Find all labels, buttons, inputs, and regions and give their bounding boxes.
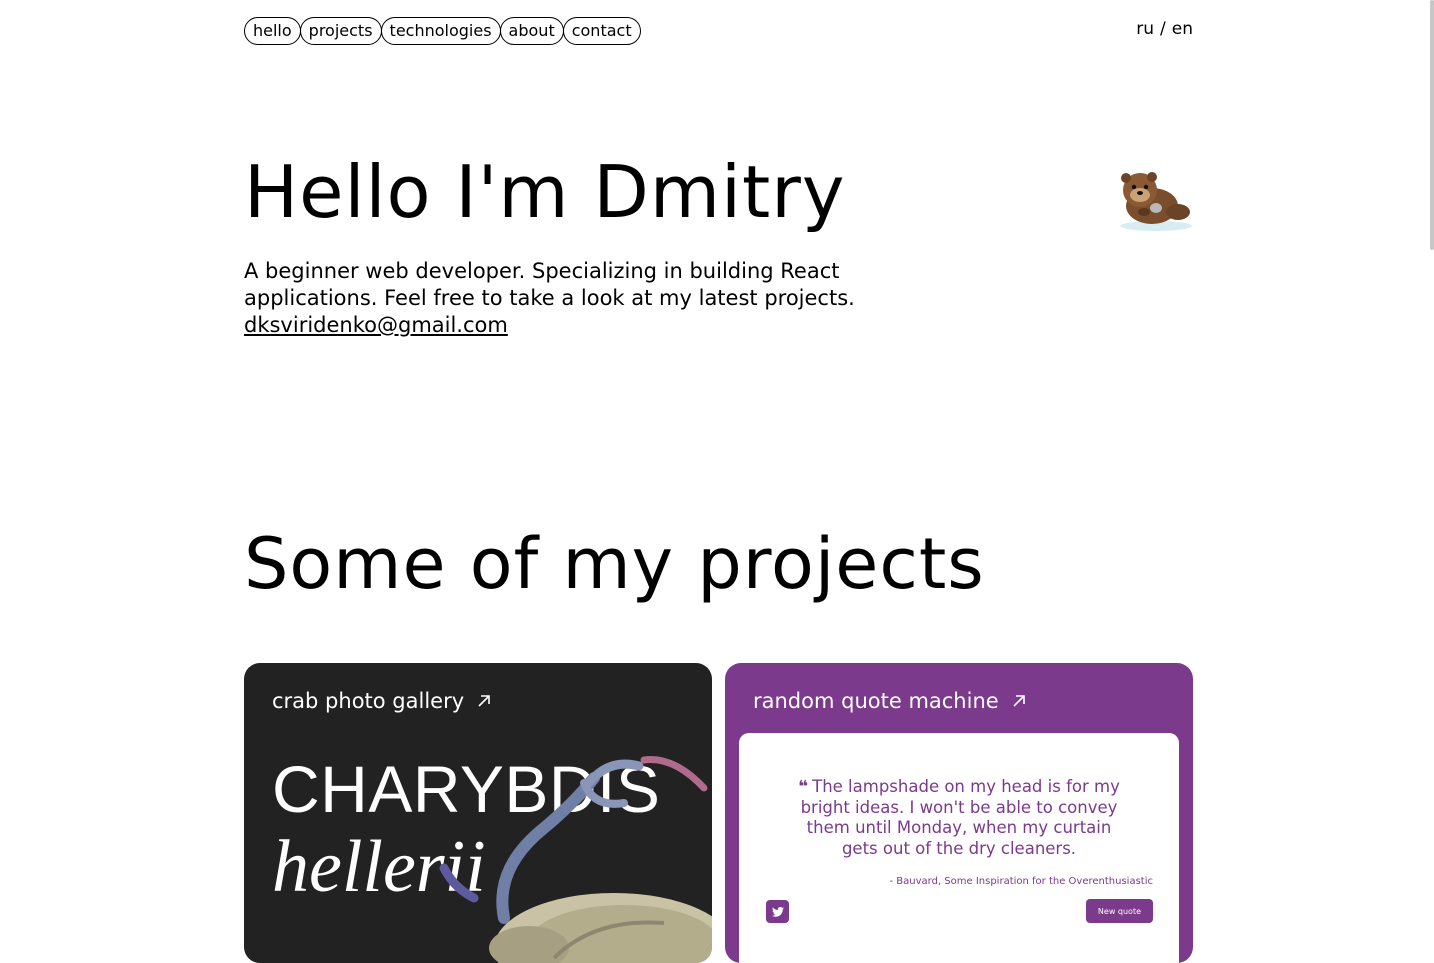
language-switcher: ru / en bbox=[1136, 19, 1193, 39]
nav-technologies[interactable]: technologies bbox=[380, 17, 501, 45]
twitter-icon bbox=[771, 906, 784, 917]
projects-section-title: Some of my projects bbox=[244, 523, 985, 605]
lang-en[interactable]: en bbox=[1172, 19, 1193, 39]
hero-title: Hello I'm Dmitry bbox=[244, 150, 846, 234]
nav-about[interactable]: about bbox=[499, 17, 564, 45]
hero-description: A beginner web developer. Specializing i… bbox=[244, 259, 855, 310]
project-card-crab-gallery[interactable]: crab photo gallery CHARYBDIS hellerii bbox=[244, 663, 712, 963]
nav-hello[interactable]: hello bbox=[244, 17, 301, 45]
card-title[interactable]: random quote machine bbox=[753, 689, 1027, 713]
card-title-text: crab photo gallery bbox=[272, 689, 465, 713]
tweet-button[interactable] bbox=[766, 900, 789, 923]
scrollbar-thumb[interactable] bbox=[1430, 0, 1434, 250]
quote-body: The lampshade on my head is for my brigh… bbox=[800, 777, 1120, 858]
card-title[interactable]: crab photo gallery bbox=[272, 689, 492, 713]
main-nav: hello projects technologies about contac… bbox=[244, 17, 641, 45]
email-link[interactable]: dksviridenko@gmail.com bbox=[244, 312, 508, 339]
crab-image bbox=[439, 756, 712, 963]
quote-text: ❝ The lampshade on my head is for my brig… bbox=[789, 777, 1129, 859]
quote-preview: ❝ The lampshade on my head is for my brig… bbox=[739, 733, 1179, 963]
lang-separator: / bbox=[1160, 19, 1166, 39]
card-title-text: random quote machine bbox=[753, 689, 999, 713]
arrow-up-right-icon bbox=[478, 695, 490, 707]
new-quote-button[interactable]: New quote bbox=[1085, 899, 1153, 923]
quote-icon: ❝ bbox=[798, 777, 809, 797]
project-card-quote-machine[interactable]: random quote machine ❝ The lampshade on m… bbox=[725, 663, 1193, 963]
nav-projects[interactable]: projects bbox=[299, 17, 382, 45]
nav-contact[interactable]: contact bbox=[562, 17, 641, 45]
quote-author: - Bauvard, Some Inspiration for the Over… bbox=[889, 876, 1154, 887]
otter-icon bbox=[1120, 172, 1192, 231]
lang-ru[interactable]: ru bbox=[1136, 19, 1154, 39]
arrow-up-right-icon bbox=[1013, 695, 1025, 707]
